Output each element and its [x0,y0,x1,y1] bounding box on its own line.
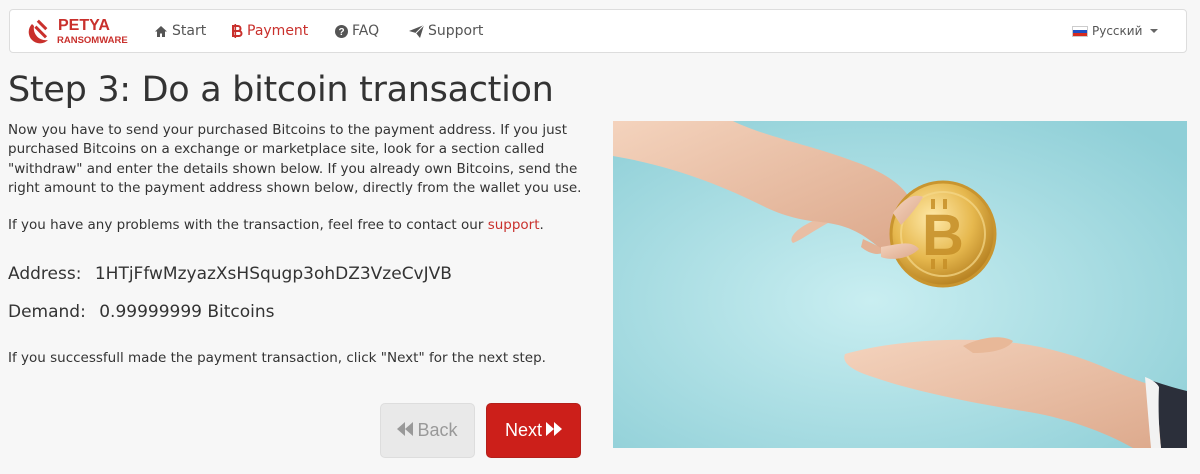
nav-payment-label: Payment [247,23,309,39]
home-icon [154,25,168,38]
caret-down-icon [1150,29,1159,33]
address-label: Address: [8,264,82,284]
next-hint-text: If you successfull made the payment tran… [8,350,546,366]
address-row: Address: 1HTjFfwMzyazXsHSqugp3ohDZ3VzeCv… [8,264,452,284]
nav-support[interactable]: Support [409,10,483,52]
back-button[interactable]: Back [380,403,475,458]
back-button-label: Back [417,420,458,440]
demand-label: Demand: [8,302,86,322]
language-label: Русский [1092,24,1143,38]
support-text-suffix: . [539,217,544,233]
bitcoin-hands-illustration: B [613,121,1187,448]
support-link[interactable]: support [488,217,540,233]
bitcoin-address[interactable]: 1HTjFfwMzyazXsHSqugp3ohDZ3VzeCvJVB [95,264,452,284]
demand-amount: 0.99999999 Bitcoins [99,302,275,322]
forward-icon [546,420,562,441]
svg-text:RANSOMWARE: RANSOMWARE [57,35,128,46]
svg-text:?: ? [338,27,344,38]
bitcoin-icon [231,24,243,38]
nav-faq[interactable]: ? FAQ [335,10,379,52]
paper-plane-icon [409,24,424,38]
backward-icon [397,420,414,441]
nav-payment[interactable]: Payment [231,10,308,52]
next-button[interactable]: Next [486,403,581,458]
petya-logo[interactable]: PETYA RANSOMWARE [26,14,136,48]
demand-row: Demand: 0.99999999 Bitcoins [8,302,275,322]
support-text: If you have any problems with the transa… [8,216,598,235]
intro-text: Now you have to send your purchased Bitc… [8,122,582,197]
russian-flag-icon [1072,25,1088,37]
next-button-label: Next [504,420,542,440]
page-title: Step 3: Do a bitcoin transaction [8,70,554,110]
nav-support-label: Support [428,23,484,39]
nav-faq-label: FAQ [352,23,380,39]
svg-text:B: B [922,203,964,268]
top-navbar: PETYA RANSOMWARE Start Payment ? FAQ Sup… [9,9,1187,53]
nav-start-label: Start [172,23,207,39]
svg-text:PETYA: PETYA [58,17,110,34]
support-text-prefix: If you have any problems with the transa… [8,217,488,233]
language-dropdown[interactable]: Русский [1072,10,1159,52]
question-circle-icon: ? [335,24,348,38]
nav-start[interactable]: Start [154,10,206,52]
